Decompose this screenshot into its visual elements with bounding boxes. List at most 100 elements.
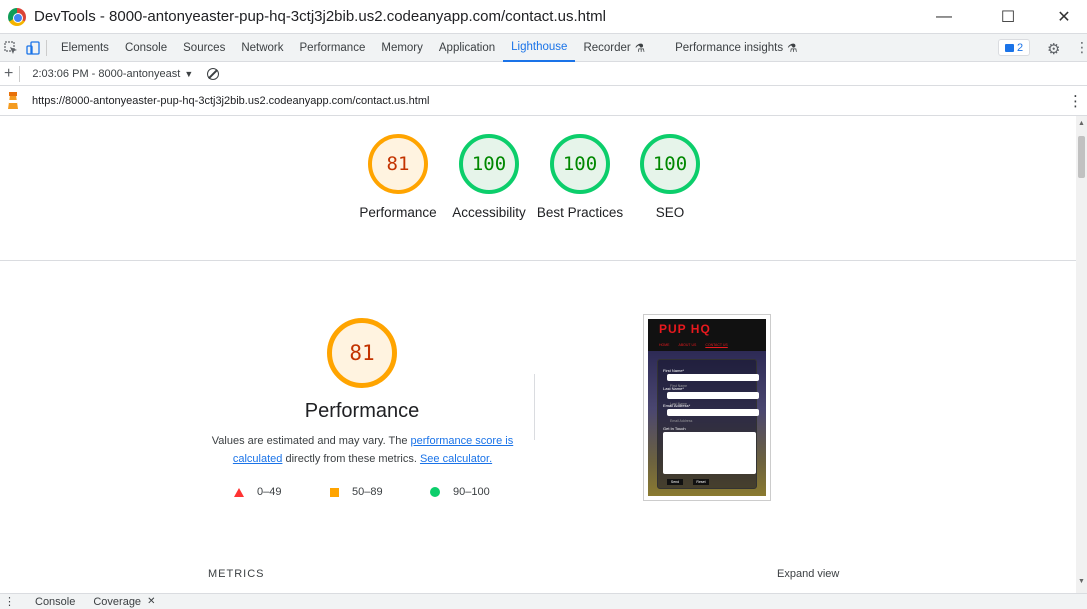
- tab-lighthouse[interactable]: Lighthouse: [503, 34, 576, 62]
- drawer-tabs: ⋮ Console Coverage ✕: [0, 593, 1087, 609]
- divider: [0, 260, 1076, 261]
- score-value: 100: [471, 153, 507, 175]
- flask-icon: ⚗: [787, 42, 798, 55]
- see-calculator-link[interactable]: See calculator.: [420, 453, 492, 465]
- tab-performance-insights-label: Performance insights: [675, 41, 784, 54]
- tab-performance-insights[interactable]: Performance insights ⚗: [667, 34, 805, 62]
- desc-prefix: Values are estimated and may vary. The: [211, 435, 411, 447]
- preview-form: First Name* First Name Last Name* Last N…: [657, 359, 759, 489]
- issues-badge[interactable]: 2: [998, 39, 1030, 56]
- performance-gauge-large: 81: [327, 318, 397, 388]
- preview-label: Get In Touch: [663, 426, 686, 431]
- score-label: SEO: [655, 205, 685, 220]
- divider: [534, 374, 535, 440]
- preview-nav-item: HOME: [659, 343, 670, 347]
- issues-icon: [1004, 43, 1014, 52]
- performance-score: 81: [349, 341, 375, 365]
- score-gauge-best-practices[interactable]: 100: [550, 134, 610, 194]
- drawer-tab-console[interactable]: Console: [35, 596, 75, 608]
- legend-range: 0–49: [257, 486, 282, 498]
- score-value: 81: [386, 153, 410, 175]
- issues-count: 2: [1016, 41, 1024, 54]
- preview-label: Email Address*: [663, 403, 691, 408]
- lighthouse-icon: [6, 91, 20, 110]
- tab-performance[interactable]: Performance: [292, 34, 374, 62]
- score-label: Best Practices: [536, 205, 624, 220]
- expand-view-toggle[interactable]: Expand view: [777, 568, 839, 580]
- report-url: https://8000-antonyeaster-pup-hq-3ctj3j2…: [32, 94, 430, 107]
- preview-input: First Name: [667, 374, 759, 388]
- device-toolbar-icon[interactable]: [26, 40, 40, 55]
- inspect-element-icon[interactable]: [4, 40, 18, 55]
- window-title: DevTools - 8000-antonyeaster-pup-hq-3ctj…: [34, 8, 606, 25]
- preview-page: PUP HQ HOME ABOUT US CONTACT US First Na…: [648, 319, 766, 496]
- tab-elements[interactable]: Elements: [53, 34, 117, 62]
- preview-nav-item: CONTACT US: [705, 343, 728, 347]
- report-selector[interactable]: 2:03:06 PM - 8000-antonyeast ▼: [32, 68, 193, 80]
- report-selector-label: 2:03:06 PM - 8000-antonyeast: [32, 67, 181, 80]
- devtools-tabs: Elements Console Sources Network Perform…: [0, 34, 1087, 62]
- tab-memory[interactable]: Memory: [373, 34, 431, 62]
- divider: [19, 65, 21, 82]
- close-icon[interactable]: ✕: [147, 596, 155, 607]
- score-gauge-accessibility[interactable]: 100: [459, 134, 519, 194]
- clear-slash: [207, 68, 218, 79]
- divider: [46, 39, 47, 56]
- flask-icon: ⚗: [634, 42, 646, 55]
- tab-recorder[interactable]: Recorder ⚗: [575, 34, 653, 62]
- score-value: 100: [562, 153, 598, 175]
- score-gauge-seo[interactable]: 100: [640, 134, 700, 194]
- scroll-up-arrow-icon[interactable]: ▲: [1078, 120, 1085, 127]
- preview-nav: HOME ABOUT US CONTACT US: [659, 343, 728, 347]
- legend-pass: 90–100: [430, 486, 490, 498]
- preview-input: Email Address: [667, 409, 759, 423]
- tab-console[interactable]: Console: [117, 34, 175, 62]
- preview-input: Last Name: [667, 392, 759, 406]
- preview-label: First Name*: [663, 368, 685, 373]
- gear-icon[interactable]: ⚙: [1047, 40, 1060, 58]
- legend-average: 50–89: [330, 486, 383, 498]
- report-menu-icon[interactable]: ⋮: [1068, 92, 1083, 110]
- tab-sources[interactable]: Sources: [175, 34, 233, 62]
- lighthouse-toolbar: + 2:03:06 PM - 8000-antonyeast ▼: [0, 62, 1087, 86]
- clear-reports-icon[interactable]: [207, 67, 220, 80]
- tab-recorder-label: Recorder: [583, 41, 631, 54]
- scroll-down-arrow-icon[interactable]: ▼: [1078, 578, 1085, 585]
- circle-icon: [430, 487, 440, 497]
- chrome-logo-icon: [8, 7, 26, 26]
- drawer-menu-icon[interactable]: ⋮: [4, 595, 15, 608]
- tab-application[interactable]: Application: [431, 34, 503, 62]
- report-scrollbar[interactable]: ▲ ▼: [1076, 116, 1087, 593]
- score-value: 100: [652, 153, 688, 175]
- more-options-icon[interactable]: ⋮: [1075, 39, 1087, 56]
- tab-network[interactable]: Network: [233, 34, 291, 62]
- triangle-icon: [234, 487, 244, 497]
- preview-textarea: [663, 432, 756, 474]
- preview-nav-item: ABOUT US: [678, 343, 697, 347]
- preview-reset-button: Reset: [693, 479, 709, 485]
- desc-middle: directly from these metrics.: [282, 453, 420, 465]
- performance-description: Values are estimated and may vary. The p…: [205, 432, 520, 468]
- maximize-button[interactable]: ☐: [980, 0, 1036, 34]
- preview-site-title: PUP HQ: [659, 322, 711, 336]
- score-label: Performance: [359, 205, 437, 220]
- performance-title: Performance: [304, 400, 420, 422]
- preview-label: Last Name*: [663, 386, 684, 391]
- preview-send-button: Send: [667, 479, 683, 485]
- drawer-tab-coverage-label: Coverage: [93, 595, 142, 608]
- score-label: Accessibility: [452, 205, 526, 220]
- drawer-tab-coverage[interactable]: Coverage ✕: [93, 596, 155, 608]
- score-gauge-performance[interactable]: 81: [368, 134, 428, 194]
- close-button[interactable]: ✕: [1036, 0, 1087, 34]
- preview-placeholder: Email Address: [670, 419, 693, 423]
- new-report-icon[interactable]: +: [4, 65, 13, 83]
- metrics-heading: METRICS: [208, 568, 265, 580]
- legend-range: 90–100: [453, 486, 490, 498]
- legend-fail: 0–49: [234, 486, 281, 498]
- final-screenshot-thumbnail[interactable]: PUP HQ HOME ABOUT US CONTACT US First Na…: [643, 314, 771, 501]
- dropdown-arrow-icon: ▼: [184, 68, 194, 79]
- legend-range: 50–89: [352, 486, 383, 498]
- scrollbar-thumb[interactable]: [1078, 136, 1085, 178]
- lighthouse-report: 81 Performance 100 Accessibility 100 Bes…: [0, 116, 1076, 593]
- minimize-button[interactable]: —: [916, 0, 972, 34]
